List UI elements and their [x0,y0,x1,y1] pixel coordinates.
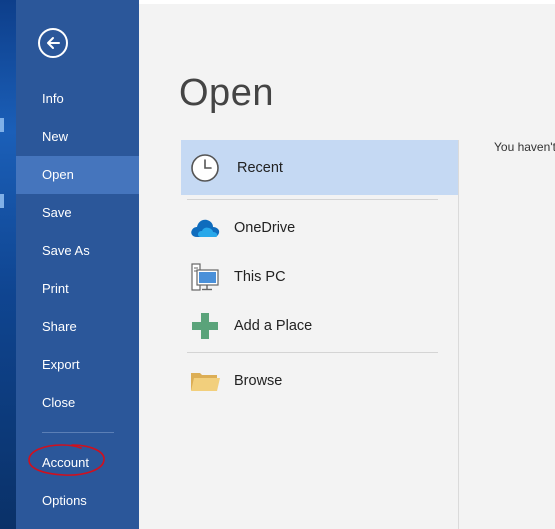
places-list: Recent OneDrive This PC Add a Place Brow… [181,140,458,529]
sidebar-item-label: Close [42,395,76,410]
sidebar-item-label: Save [42,205,72,220]
sidebar-item-close[interactable]: Close [16,384,139,422]
sidebar-item-open[interactable]: Open [16,156,139,194]
sidebar-item-label: Open [42,167,74,182]
place-label: This PC [234,269,286,285]
sidebar-item-label: Export [42,357,80,372]
sidebar-item-share[interactable]: Share [16,308,139,346]
sidebar-item-label: Info [42,91,64,106]
sidebar-item-info[interactable]: Info [16,80,139,118]
sidebar-item-label: New [42,129,69,144]
sidebar-item-print[interactable]: Print [16,270,139,308]
sidebar-item-label: Account [42,455,89,470]
place-onedrive[interactable]: OneDrive [181,204,458,252]
sidebar-item-label: Save As [42,243,90,258]
place-label: Browse [234,373,283,389]
sidebar-item-new[interactable]: New [16,118,139,156]
sidebar-item-label: Print [42,281,69,296]
desktop-glint [0,194,4,208]
sidebar-item-label: Options [42,493,87,508]
sidebar-item-label: Share [42,319,77,334]
sidebar-item-options[interactable]: Options [16,482,139,520]
desktop-background-strip [0,0,16,529]
sidebar-divider [42,432,114,433]
back-button[interactable] [38,28,68,58]
sidebar-item-save[interactable]: Save [16,194,139,232]
column-divider [458,140,459,529]
place-label: Recent [237,159,283,176]
place-add-place[interactable]: Add a Place [181,302,458,350]
back-arrow-icon [47,37,60,49]
sidebar-item-export[interactable]: Export [16,346,139,384]
place-browse[interactable]: Browse [181,357,458,405]
place-this-pc[interactable]: This PC [181,253,458,301]
plus-icon [187,308,223,344]
recent-empty-message: You haven't [494,140,555,154]
page-title: Open [179,72,274,114]
places-divider [187,199,438,200]
place-label: Add a Place [234,318,313,334]
sidebar-item-save-as[interactable]: Save As [16,232,139,270]
computer-icon [187,259,223,295]
place-recent[interactable]: Recent [181,140,458,195]
folder-icon [187,363,223,399]
desktop-glint [0,118,4,132]
window-top-edge [139,0,555,4]
cloud-icon [187,210,223,246]
places-divider [187,352,438,353]
sidebar-item-account[interactable]: Account [16,444,139,482]
place-label: OneDrive [234,220,296,236]
clock-icon [187,150,223,186]
backstage-sidebar: Info New Open Save Save As Print Share E… [16,0,139,529]
